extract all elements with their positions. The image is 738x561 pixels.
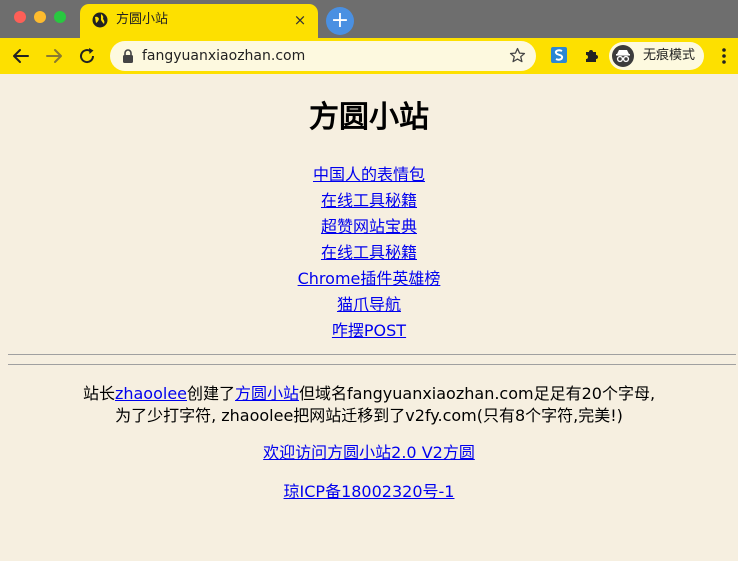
back-icon <box>13 49 29 63</box>
menu-icon[interactable] <box>716 47 732 65</box>
link-cat-paw-nav[interactable]: 猫爪导航 <box>337 295 401 314</box>
list-item: 猫爪导航 <box>0 294 738 320</box>
divider-top <box>8 354 736 355</box>
list-item: 在线工具秘籍 <box>0 190 738 216</box>
back-button[interactable] <box>9 44 33 68</box>
new-tab-button[interactable]: + <box>326 7 354 35</box>
window-minimize-button[interactable] <box>34 11 46 23</box>
url-text[interactable]: fangyuanxiaozhan.com <box>142 47 305 65</box>
lock-icon[interactable] <box>122 49 134 63</box>
list-item: 咋摆POST <box>0 320 738 346</box>
page-title: 方圆小站 <box>309 100 429 135</box>
extension-icon[interactable] <box>551 47 567 63</box>
intro-text-3: 但域名fangyuanxiaozhan.com足足有20个字母, <box>299 384 656 403</box>
window-maximize-button[interactable] <box>54 11 66 23</box>
forward-icon <box>46 49 62 63</box>
list-item: 超赞网站宝典 <box>0 216 738 242</box>
link-online-tools-2[interactable]: 在线工具秘籍 <box>321 243 417 262</box>
browser-toolbar: fangyuanxiaozhan.com 无痕模式 <box>0 38 738 74</box>
extension-s-glyph <box>554 49 564 61</box>
link-awesome-sites[interactable]: 超赞网站宝典 <box>321 217 417 236</box>
globe-icon <box>92 12 108 28</box>
link-author[interactable]: zhaoolee <box>115 384 187 403</box>
link-emoji[interactable]: 中国人的表情包 <box>313 165 425 184</box>
forward-button[interactable] <box>42 44 66 68</box>
star-icon[interactable] <box>509 47 526 64</box>
list-item: 在线工具秘籍 <box>0 242 738 268</box>
window-close-button[interactable] <box>14 11 26 23</box>
link-icp[interactable]: 琼ICP备18002320号-1 <box>284 482 455 501</box>
link-site[interactable]: 方圆小站 <box>235 384 299 403</box>
icp-paragraph: 琼ICP备18002320号-1 <box>0 481 738 503</box>
active-tab[interactable]: 方圆小站 × <box>80 4 318 38</box>
link-online-tools[interactable]: 在线工具秘籍 <box>321 191 417 210</box>
intro-text-line2: 为了少打字符, zhaoolee把网站迁移到了v2fy.com(只有8个字符,完… <box>115 406 623 425</box>
link-chrome-plugins[interactable]: Chrome插件英雄榜 <box>298 269 441 288</box>
reload-icon <box>80 48 95 64</box>
link-visit-v2[interactable]: 欢迎访问方圆小站2.0 V2方圆 <box>263 443 475 462</box>
tab-strip: 方圆小站 × + <box>0 0 738 38</box>
visit-v2-paragraph: 欢迎访问方圆小站2.0 V2方圆 <box>0 442 738 464</box>
intro-paragraph: 站长zhaoolee创建了方圆小站但域名fangyuanxiaozhan.com… <box>0 383 738 427</box>
list-item: 中国人的表情包 <box>0 164 738 190</box>
intro-text-2: 创建了 <box>187 384 236 403</box>
address-bar[interactable]: fangyuanxiaozhan.com <box>110 41 536 71</box>
reload-button[interactable] <box>75 44 99 68</box>
link-list: 中国人的表情包 在线工具秘籍 超赞网站宝典 在线工具秘籍 Chrome插件英雄榜… <box>0 164 738 346</box>
page-content: 方圆小站 中国人的表情包 在线工具秘籍 超赞网站宝典 在线工具秘籍 Chrome… <box>0 74 738 561</box>
incognito-icon <box>612 45 634 67</box>
intro-text-1: 站长 <box>82 384 115 403</box>
link-zabai-post[interactable]: 咋摆POST <box>332 321 406 340</box>
incognito-indicator[interactable]: 无痕模式 <box>609 42 704 70</box>
divider-bottom <box>8 364 736 365</box>
incognito-label: 无痕模式 <box>643 48 696 63</box>
tab-close-icon[interactable]: × <box>292 10 308 30</box>
incognito-glyph <box>616 50 630 63</box>
list-item: Chrome插件英雄榜 <box>0 268 738 294</box>
tab-title: 方圆小站 <box>116 12 169 27</box>
puzzle-icon[interactable] <box>583 47 601 65</box>
